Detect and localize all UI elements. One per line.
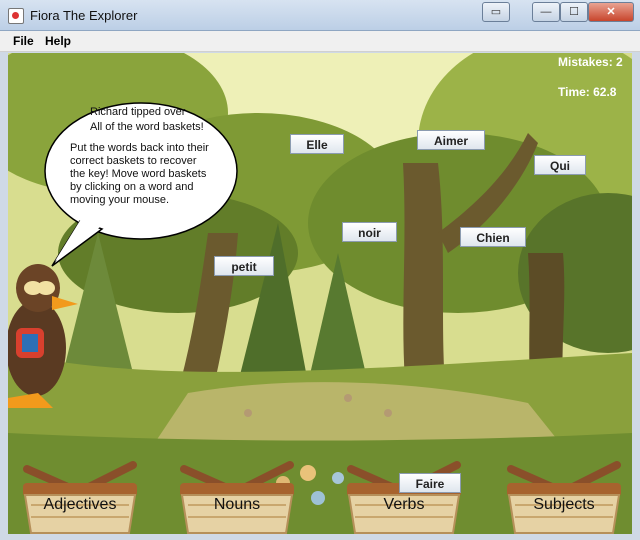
basket-label: Subjects xyxy=(533,496,595,513)
basket-icon xyxy=(507,461,621,534)
minimize-button[interactable]: — xyxy=(532,2,560,22)
basket-nouns[interactable]: Nouns xyxy=(176,453,298,534)
richard-turkey-character xyxy=(8,264,78,408)
basket-verbs[interactable]: Verbs xyxy=(343,453,465,534)
speech-line-1: Richard tipped over xyxy=(90,106,186,118)
word-tile-aimer[interactable]: Aimer xyxy=(417,130,485,150)
game-canvas[interactable]: Richard tipped over All of the word bask… xyxy=(8,53,632,534)
basket-icon xyxy=(347,461,461,534)
mistakes-counter: Mistakes: 2 xyxy=(558,55,623,69)
word-tile-petit[interactable]: petit xyxy=(214,256,274,276)
word-tile-elle[interactable]: Elle xyxy=(290,134,344,154)
word-tile-noir[interactable]: noir xyxy=(342,222,397,242)
menu-file[interactable]: File xyxy=(13,34,34,48)
word-tile-faire[interactable]: Faire xyxy=(399,473,461,493)
speech-body-5: moving your mouse. xyxy=(70,194,170,206)
speech-body-4: by clicking on a word and xyxy=(70,181,194,193)
basket-label: Nouns xyxy=(213,496,261,513)
menu-bar: File Help xyxy=(0,31,640,52)
word-tile-chien[interactable]: Chien xyxy=(460,227,526,247)
menu-help[interactable]: Help xyxy=(45,34,71,48)
word-tile-qui[interactable]: Qui xyxy=(534,155,586,175)
basket-adjectives[interactable]: Adjectives xyxy=(19,453,141,534)
speech-line-2: All of the word baskets! xyxy=(90,121,204,133)
basket-label: Verbs xyxy=(383,496,425,513)
basket-icon xyxy=(23,461,137,534)
basket-label: Adjectives xyxy=(43,496,117,513)
java-app-icon xyxy=(8,8,24,24)
restore-icon[interactable]: ▭ xyxy=(482,2,510,22)
close-button[interactable]: ✕ xyxy=(588,2,634,22)
speech-body-2: correct baskets to recover xyxy=(70,155,197,167)
speech-body-3: the key! Move word baskets xyxy=(70,168,207,180)
timer: Time: 62.8 xyxy=(558,85,617,99)
window-title: Fiora The Explorer xyxy=(30,8,138,23)
title-bar: Fiora The Explorer ▭ — ☐ ✕ xyxy=(0,0,640,31)
speech-body-1: Put the words back into their xyxy=(70,142,209,154)
basket-icon xyxy=(180,461,294,534)
maximize-button[interactable]: ☐ xyxy=(560,2,588,22)
basket-subjects[interactable]: Subjects xyxy=(503,453,625,534)
speech-bubble: Richard tipped over All of the word bask… xyxy=(44,101,252,267)
